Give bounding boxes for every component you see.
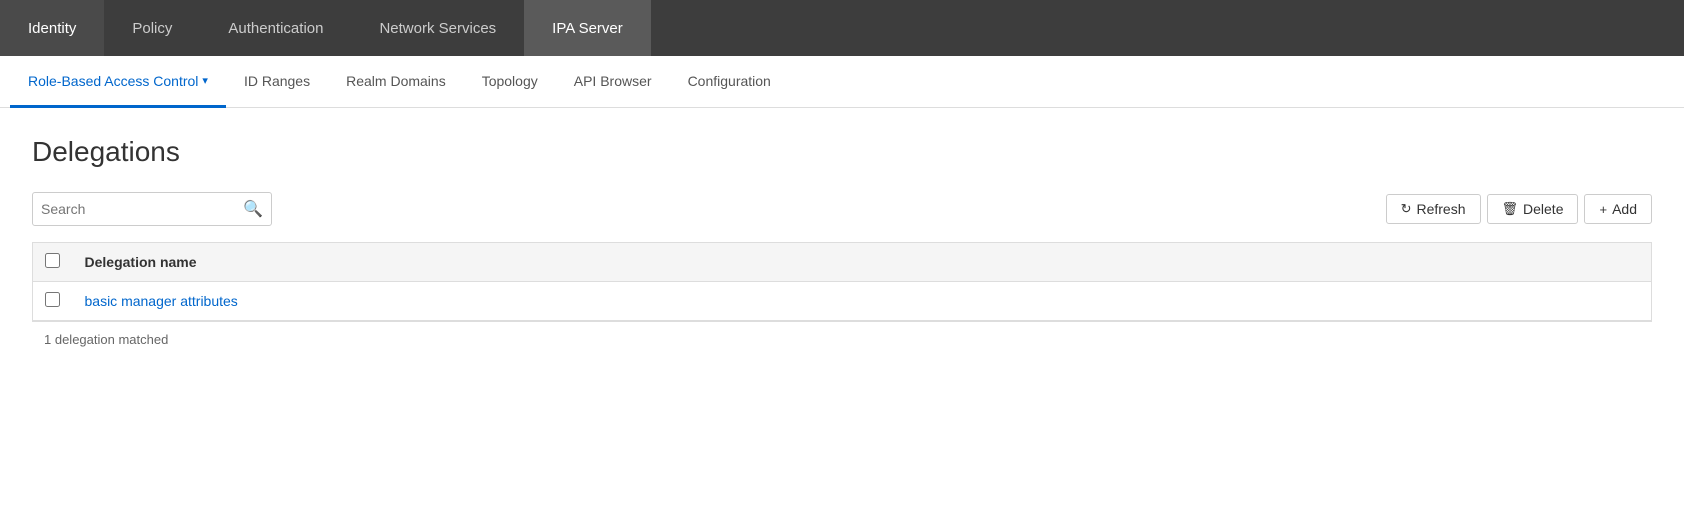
table-row: basic manager attributes [33, 282, 1652, 321]
row-checkbox-cell [33, 282, 73, 321]
nav-item-network-services[interactable]: Network Services [351, 0, 524, 56]
nav-item-identity[interactable]: Identity [0, 0, 104, 56]
chevron-down-icon: ▾ [202, 74, 208, 87]
toolbar: 🔍 ↻ Refresh 🗑 Delete + Add [32, 192, 1652, 226]
search-input[interactable] [41, 201, 243, 217]
top-navigation: Identity Policy Authentication Network S… [0, 0, 1684, 56]
footer-text: 1 delegation matched [44, 332, 168, 347]
plus-icon: + [1599, 202, 1607, 217]
delete-button[interactable]: 🗑 Delete [1487, 194, 1579, 224]
refresh-button[interactable]: ↻ Refresh [1386, 194, 1481, 224]
delete-label: Delete [1523, 201, 1563, 217]
subnav-item-topology[interactable]: Topology [464, 56, 556, 108]
refresh-label: Refresh [1416, 201, 1465, 217]
subnav-label-rbac: Role-Based Access Control [28, 73, 198, 89]
column-header-name: Delegation name [73, 243, 1652, 282]
subnav-label-topology: Topology [482, 73, 538, 89]
nav-label-authentication: Authentication [228, 20, 323, 37]
trash-icon: 🗑 [1502, 201, 1519, 217]
subnav-label-id-ranges: ID Ranges [244, 73, 310, 89]
main-content: Delegations 🔍 ↻ Refresh 🗑 Delete + Add [0, 108, 1684, 385]
page-title: Delegations [32, 136, 1652, 168]
action-buttons: ↻ Refresh 🗑 Delete + Add [1386, 194, 1652, 224]
header-checkbox-cell [33, 243, 73, 282]
nav-item-policy[interactable]: Policy [104, 0, 200, 56]
delegations-table: Delegation name basic manager attributes [32, 242, 1652, 321]
search-icon[interactable]: 🔍 [243, 199, 263, 219]
add-label: Add [1612, 201, 1637, 217]
subnav-item-rbac[interactable]: Role-Based Access Control ▾ [10, 56, 226, 108]
subnav-item-api-browser[interactable]: API Browser [556, 56, 670, 108]
nav-label-identity: Identity [28, 20, 76, 37]
subnav-item-realm-domains[interactable]: Realm Domains [328, 56, 464, 108]
add-button[interactable]: + Add [1584, 194, 1652, 224]
subnav-item-configuration[interactable]: Configuration [670, 56, 789, 108]
table-footer: 1 delegation matched [32, 321, 1652, 357]
delegation-link[interactable]: basic manager attributes [85, 293, 238, 309]
subnav-item-id-ranges[interactable]: ID Ranges [226, 56, 328, 108]
table-header-row: Delegation name [33, 243, 1652, 282]
row-select-checkbox[interactable] [45, 292, 60, 307]
row-name-cell: basic manager attributes [73, 282, 1652, 321]
subnav-label-configuration: Configuration [688, 73, 771, 89]
subnav-label-realm-domains: Realm Domains [346, 73, 446, 89]
nav-label-policy: Policy [132, 20, 172, 37]
subnav-label-api-browser: API Browser [574, 73, 652, 89]
nav-item-ipa-server[interactable]: IPA Server [524, 0, 651, 56]
select-all-checkbox[interactable] [45, 253, 60, 268]
sub-navigation: Role-Based Access Control ▾ ID Ranges Re… [0, 56, 1684, 108]
nav-label-network-services: Network Services [379, 20, 496, 37]
search-container: 🔍 [32, 192, 272, 226]
refresh-icon: ↻ [1401, 201, 1412, 217]
nav-item-authentication[interactable]: Authentication [200, 0, 351, 56]
nav-label-ipa-server: IPA Server [552, 20, 623, 37]
